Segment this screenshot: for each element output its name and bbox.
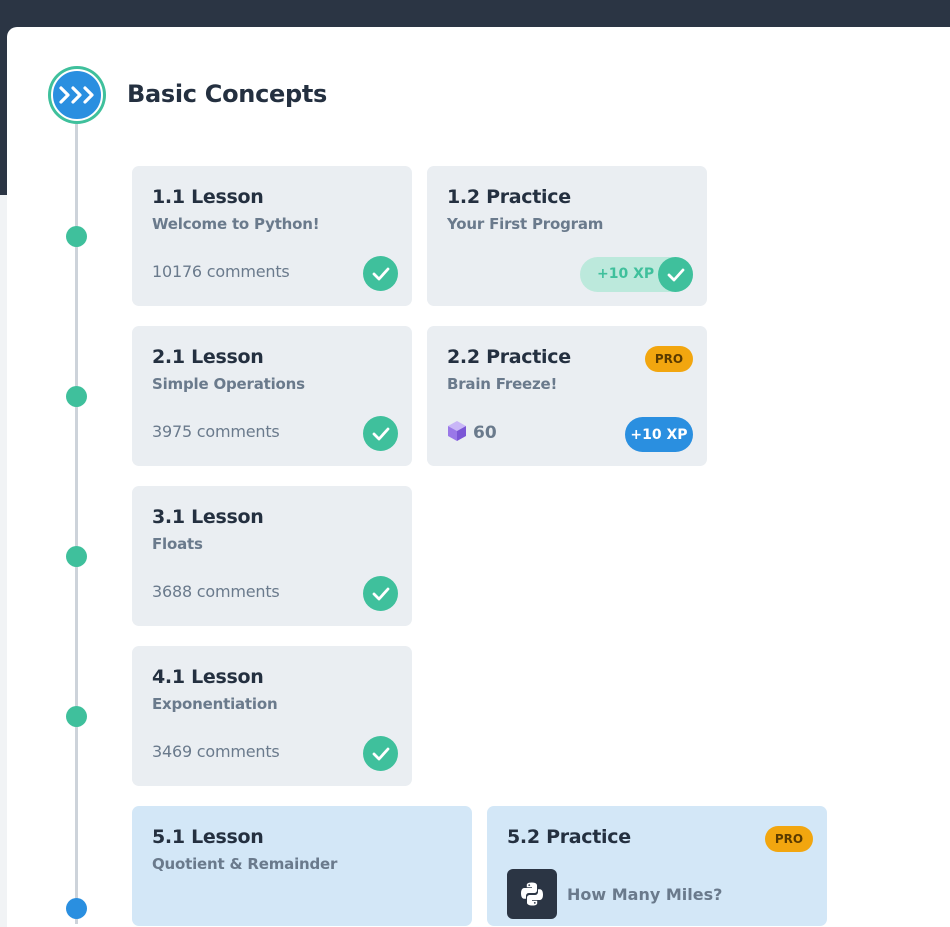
comments-link[interactable]: 10176 comments — [152, 262, 290, 281]
gems-count: 60 — [473, 423, 497, 443]
xp-earned-badge: +10 XP — [580, 257, 693, 292]
card-subtitle: Quotient & Remainder — [152, 855, 338, 873]
check-icon — [363, 416, 398, 451]
comments-link[interactable]: 3975 comments — [152, 422, 280, 441]
practice-card-5-2[interactable]: 5.2 Practice PRO How Many Miles? — [487, 806, 827, 926]
card-title: 1.2 Practice — [447, 186, 571, 208]
lesson-card-1-1[interactable]: 1.1 Lesson Welcome to Python! 10176 comm… — [132, 166, 412, 306]
lesson-card-3-1[interactable]: 3.1 Lesson Floats 3688 comments — [132, 486, 412, 626]
card-subtitle: Your First Program — [447, 215, 604, 233]
card-title: 2.1 Lesson — [152, 346, 264, 368]
xp-label: +10 XP — [597, 266, 655, 282]
card-title: 2.2 Practice — [447, 346, 571, 368]
card-subtitle: Brain Freeze! — [447, 375, 558, 393]
pro-badge: PRO — [765, 826, 813, 852]
check-icon — [363, 736, 398, 771]
card-title: 5.2 Practice — [507, 826, 631, 848]
gems-reward: 60 — [447, 420, 497, 446]
terminal-prompt-icon — [51, 69, 103, 121]
xp-reward-button[interactable]: +10 XP — [625, 417, 693, 452]
python-logo-icon — [507, 869, 557, 919]
gem-cube-icon — [447, 420, 467, 446]
check-icon — [658, 257, 693, 292]
course-panel — [7, 27, 950, 927]
module-title: Basic Concepts — [127, 80, 328, 108]
lesson-card-5-1[interactable]: 5.1 Lesson Quotient & Remainder — [132, 806, 472, 926]
comments-link[interactable]: 3688 comments — [152, 582, 280, 601]
check-icon — [363, 576, 398, 611]
card-subtitle: Floats — [152, 535, 203, 553]
card-subtitle: Exponentiation — [152, 695, 278, 713]
timeline-dot-4 — [66, 706, 87, 727]
card-subtitle: Simple Operations — [152, 375, 305, 393]
check-icon — [363, 256, 398, 291]
lesson-card-2-1[interactable]: 2.1 Lesson Simple Operations 3975 commen… — [132, 326, 412, 466]
practice-task-title: How Many Miles? — [567, 885, 723, 904]
timeline-dot-3 — [66, 546, 87, 567]
timeline-dot-1 — [66, 226, 87, 247]
card-title: 3.1 Lesson — [152, 506, 264, 528]
pro-badge: PRO — [645, 346, 693, 372]
module-icon[interactable] — [48, 66, 106, 124]
card-title: 5.1 Lesson — [152, 826, 264, 848]
lesson-card-4-1[interactable]: 4.1 Lesson Exponentiation 3469 comments — [132, 646, 412, 786]
practice-card-1-2[interactable]: 1.2 Practice Your First Program +10 XP — [427, 166, 707, 306]
card-title: 1.1 Lesson — [152, 186, 264, 208]
timeline-dot-2 — [66, 386, 87, 407]
card-title: 4.1 Lesson — [152, 666, 264, 688]
practice-card-2-2[interactable]: 2.2 Practice Brain Freeze! PRO 60 +10 XP — [427, 326, 707, 466]
comments-link[interactable]: 3469 comments — [152, 742, 280, 761]
card-subtitle: Welcome to Python! — [152, 215, 320, 233]
timeline-dot-5 — [66, 898, 87, 919]
